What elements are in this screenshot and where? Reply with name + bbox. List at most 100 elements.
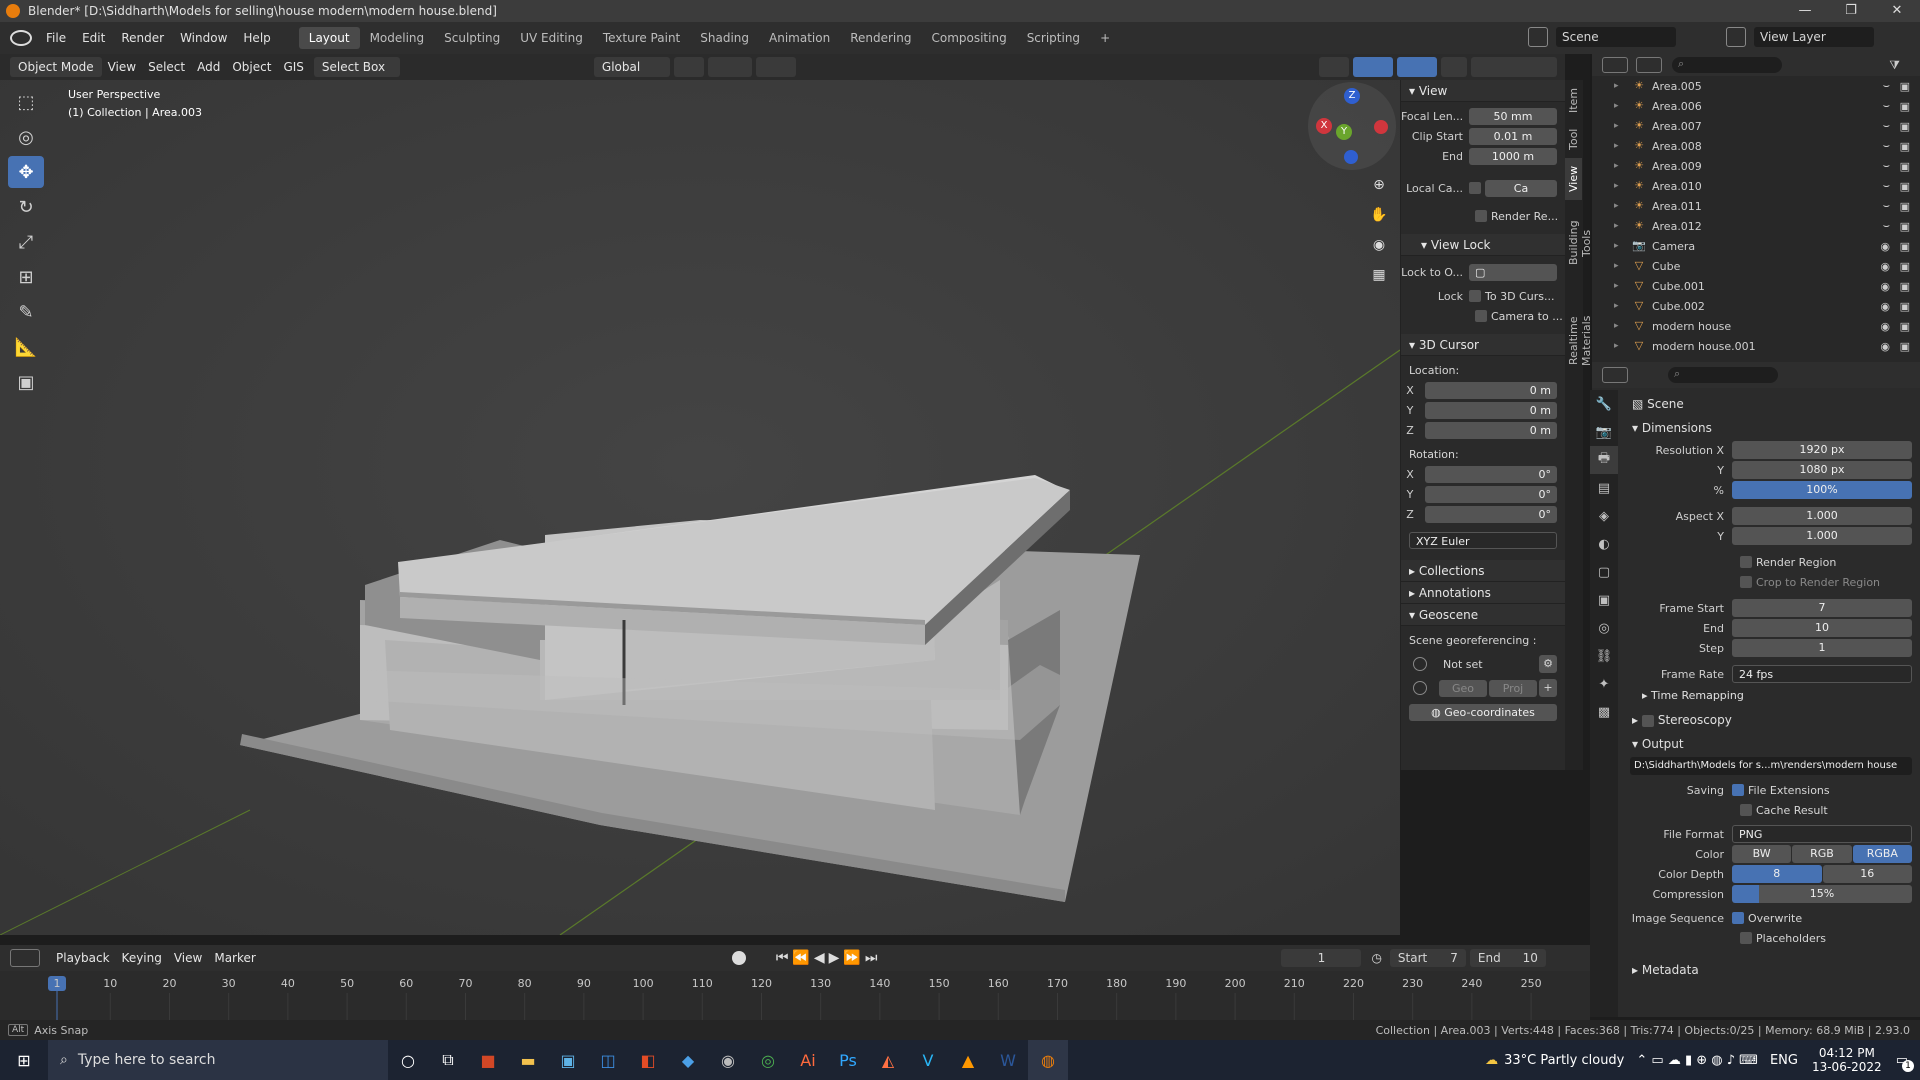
resolution-x-field[interactable]: 1920 px [1732,441,1912,459]
gizmo-neg-x[interactable] [1374,120,1388,134]
crop-region-checkbox[interactable] [1740,576,1752,588]
vray-icon[interactable]: V [908,1040,948,1080]
render-toggle-icon[interactable]: ▣ [1900,180,1910,193]
frame-step-field[interactable]: 1 [1732,639,1912,657]
overlay-toggle-icon[interactable] [1397,57,1437,77]
tab-compositing[interactable]: Compositing [921,27,1016,49]
georef-settings-gear-icon[interactable]: ⚙ [1539,655,1557,673]
cache-result-checkbox[interactable] [1740,804,1752,816]
cortana-icon[interactable]: ○ [388,1040,428,1080]
color-rgba-button[interactable]: RGBA [1852,845,1912,863]
orientation-dropdown[interactable]: Global [593,57,670,77]
record-icon[interactable] [731,951,746,965]
ortho-grid-icon[interactable]: ▦ [1366,262,1392,288]
proj-button[interactable]: Proj [1489,679,1537,697]
pivot-icon[interactable] [673,57,704,77]
blender-taskbar-icon[interactable]: ◍ [1028,1040,1068,1080]
view-lock-header[interactable]: ▾ View Lock [1401,234,1565,256]
expand-arrow-icon[interactable]: ▸ [1614,321,1619,331]
add-geo-plus-icon[interactable]: + [1539,679,1557,697]
outliner-row[interactable]: ▸ ☀ Area.010 ⌣ ▣ [1592,176,1920,196]
geo-button[interactable]: Geo [1439,679,1487,697]
powerpoint-icon[interactable]: ■ [468,1040,508,1080]
annotations-header[interactable]: ▸ Annotations [1401,582,1565,604]
visibility-eye-icon[interactable]: ◉ [1880,280,1890,293]
render-toggle-icon[interactable]: ▣ [1900,320,1910,333]
transform-tool-icon[interactable]: ⊞ [8,261,44,293]
clip-end-field[interactable]: 1000 m [1469,147,1557,165]
render-region-checkbox[interactable] [1475,210,1487,222]
sketchup-icon[interactable]: ◭ [868,1040,908,1080]
cursor-loc-y-field[interactable]: 0 m [1425,401,1557,419]
gizmo-toggle-icon[interactable] [1353,57,1393,77]
photos-icon[interactable]: ▣ [548,1040,588,1080]
tab-animation[interactable]: Animation [759,27,840,49]
file-explorer-icon[interactable]: ▬ [508,1040,548,1080]
proportional-edit-icon[interactable] [755,57,796,77]
end-frame-field[interactable]: End 10 [1469,949,1546,967]
annotate-tool-icon[interactable]: ✎ [8,296,44,328]
mode-dropdown[interactable]: Object Mode [10,57,102,77]
output-props-icon[interactable]: 🖶 [1590,446,1618,474]
notification-icon[interactable]: ▭ 1 [1896,1053,1914,1072]
visibility-icon[interactable] [1319,57,1349,77]
aspect-y-field[interactable]: 1.000 [1732,527,1912,545]
view-layer-icon[interactable] [1726,27,1746,47]
outliner-row[interactable]: ▸ ▽ Cube ◉ ▣ [1592,256,1920,276]
physics-props-icon[interactable]: ◎ [1590,614,1618,642]
tab-texture-paint[interactable]: Texture Paint [593,27,690,49]
visibility-eye-icon[interactable]: ⌣ [1883,179,1890,193]
focal-length-field[interactable]: 50 mm [1469,107,1557,125]
expand-arrow-icon[interactable]: ▸ [1614,241,1619,251]
depth-8-button[interactable]: 8 [1732,865,1822,883]
language-indicator[interactable]: ENG [1770,1053,1798,1068]
cursor-tool-icon[interactable]: ◎ [8,121,44,153]
file-extensions-checkbox[interactable] [1732,784,1744,796]
outliner-row[interactable]: ▸ 📷 Camera ◉ ▣ [1592,236,1920,256]
resolution-y-field[interactable]: 1080 px [1732,461,1912,479]
expand-arrow-icon[interactable]: ▸ [1614,121,1619,131]
xray-icon[interactable] [1441,57,1467,77]
blender-menu-icon[interactable] [10,30,32,46]
minimize-button[interactable]: — [1782,0,1828,22]
expand-arrow-icon[interactable]: ▸ [1614,301,1619,311]
render-toggle-icon[interactable]: ▣ [1900,200,1910,213]
tool-props-icon[interactable]: 🔧 [1590,390,1618,418]
visibility-eye-icon[interactable]: ⌣ [1883,219,1890,233]
expand-arrow-icon[interactable]: ▸ [1614,221,1619,231]
outliner-row[interactable]: ▸ ☀ Area.005 ⌣ ▣ [1592,76,1920,96]
world-props-icon[interactable]: ◐ [1590,530,1618,558]
frame-rate-dropdown[interactable]: 24 fps [1732,665,1912,683]
outliner-search-input[interactable]: ⌕ [1672,57,1782,73]
texture-props-icon[interactable]: ▩ [1590,698,1618,726]
render-toggle-icon[interactable]: ▣ [1900,220,1910,233]
tab-scripting[interactable]: Scripting [1017,27,1090,49]
render-toggle-icon[interactable]: ▣ [1900,120,1910,133]
illustrator-icon[interactable]: Ai [788,1040,828,1080]
expand-arrow-icon[interactable]: ▸ [1614,201,1619,211]
placeholders-checkbox[interactable] [1740,932,1752,944]
tab-modeling[interactable]: Modeling [360,27,435,49]
outliner-row[interactable]: ▸ ☀ Area.012 ⌣ ▣ [1592,216,1920,236]
marker-menu[interactable]: Marker [208,951,261,965]
render-toggle-icon[interactable]: ▣ [1900,340,1910,353]
cursor-rot-x-field[interactable]: 0° [1425,465,1557,483]
close-button[interactable]: ✕ [1874,0,1920,22]
view-layer-selector[interactable]: View Layer [1754,27,1874,47]
office-icon[interactable]: ◧ [628,1040,668,1080]
menu-add[interactable]: Add [191,60,226,74]
visibility-eye-icon[interactable]: ⌣ [1883,79,1890,93]
menu-gis[interactable]: GIS [277,60,309,74]
outliner-view-icon[interactable] [1636,57,1662,73]
clock-icon[interactable]: ◷ [1371,951,1381,965]
3d-viewport[interactable]: User Perspective (1) Collection | Area.0… [0,80,1400,935]
outliner-row[interactable]: ▸ ☀ Area.006 ⌣ ▣ [1592,96,1920,116]
outliner-filter-icon[interactable]: ⧩ [1889,58,1900,73]
scene-icon[interactable] [1528,27,1548,47]
render-toggle-icon[interactable]: ▣ [1900,300,1910,313]
outliner-row[interactable]: ▸ ▽ Cube.001 ◉ ▣ [1592,276,1920,296]
view-section-header[interactable]: ▾ View [1401,80,1565,102]
local-camera-field[interactable]: Ca [1485,179,1557,197]
task-view-icon[interactable]: ⧉ [428,1040,468,1080]
color-rgb-button[interactable]: RGB [1792,845,1852,863]
